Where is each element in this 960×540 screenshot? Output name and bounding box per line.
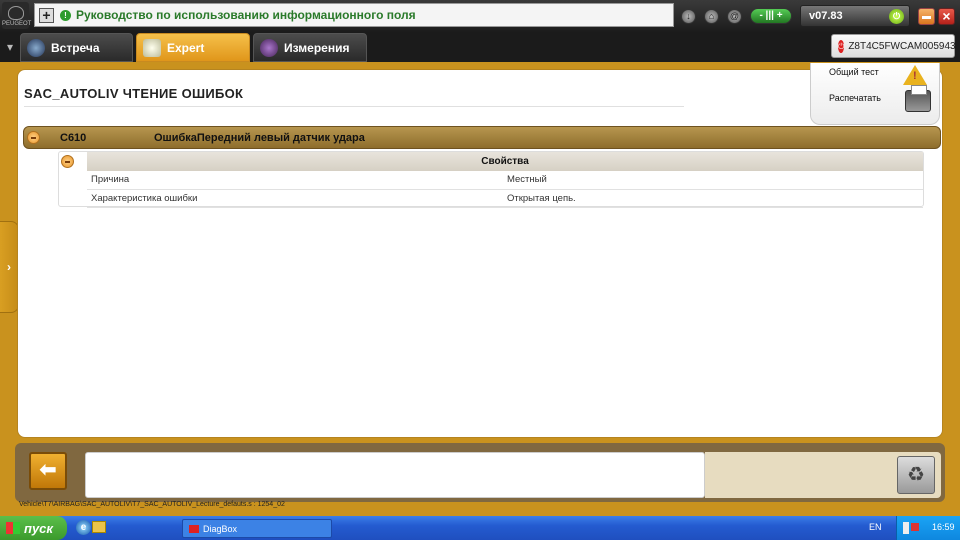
collapse-icon[interactable] <box>61 155 74 168</box>
internet-explorer-icon[interactable]: e <box>76 520 91 535</box>
content-panel: SAC_AUTOLIV ЧТЕНИЕ ОШИБОК Общий тест Рас… <box>17 63 943 438</box>
property-name: Причина <box>87 171 503 190</box>
network-icon[interactable] <box>911 523 919 531</box>
tab-label: Expert <box>167 40 205 55</box>
properties-block: Свойства Причина Местный Характеристика … <box>58 151 924 208</box>
peugeot-logo: PEUGEOT <box>2 2 32 29</box>
back-button[interactable]: ⬅ <box>29 452 67 490</box>
taskbar-item-label: DiagBox <box>203 523 238 534</box>
start-label: пуск <box>24 520 53 536</box>
tab-meeting[interactable]: Встреча <box>20 33 133 62</box>
fault-code: C610 <box>60 131 87 144</box>
clock: 16:59 <box>932 522 955 532</box>
property-value: Местный <box>503 171 923 190</box>
status-path: Vehicle\T7\AIRBAG\SAC_AUTOLIV\T7_SAC_AUT… <box>19 501 285 508</box>
tabs-bar: ▾ Встреча Expert Измерения ⏻ Z8T4C5FWCAM… <box>0 32 960 62</box>
bottom-bar: ⬅ ♻ <box>15 443 945 502</box>
info-message: Руководство по использованию информацион… <box>76 8 416 22</box>
waveform-icon <box>260 38 278 57</box>
info-status-icon: ! <box>60 9 71 21</box>
logo-text: PEUGEOT <box>2 21 32 27</box>
device-icon[interactable] <box>903 522 909 534</box>
version-label: v07.83 <box>809 10 843 22</box>
top-bar: PEUGEOT + ! Руководство по использованию… <box>0 0 960 32</box>
trash-area: ♻ <box>705 452 941 498</box>
general-test-button[interactable]: Общий тест <box>829 65 927 85</box>
home-icon[interactable]: ⌂ <box>704 9 719 24</box>
tab-label: Встреча <box>51 40 100 55</box>
battery-status-icon: - ||| + <box>750 8 792 24</box>
chevron-down-icon[interactable]: ▾ <box>2 38 18 56</box>
property-name: Характеристика ошибки <box>87 189 503 208</box>
properties-table: Свойства Причина Местный Характеристика … <box>87 152 923 208</box>
warning-icon <box>903 65 927 85</box>
title-divider <box>24 106 684 107</box>
main-area: › SAC_AUTOLIV ЧТЕНИЕ ОШИБОК Общий тест Р… <box>0 62 960 516</box>
fault-row[interactable]: C610 ОшибкаПередний левый датчик удара <box>23 126 941 149</box>
message-box <box>85 452 705 498</box>
print-label: Распечатать <box>829 93 881 103</box>
fault-description: ОшибкаПередний левый датчик удара <box>154 131 365 144</box>
tab-expert[interactable]: Expert <box>136 33 250 62</box>
settings-icon[interactable]: @ <box>727 9 742 24</box>
meeting-icon <box>27 38 45 57</box>
vin-box[interactable]: ⏻ Z8T4C5FWCAM005943 <box>831 34 956 58</box>
vin-power-icon: ⏻ <box>838 39 845 53</box>
general-test-label: Общий тест <box>829 67 879 77</box>
windows-flag-icon <box>6 522 20 534</box>
printer-icon <box>905 85 931 112</box>
expand-icon[interactable]: + <box>39 7 54 23</box>
windows-taskbar: пуск e DiagBox EN 16:59 <box>0 516 960 540</box>
taskbar-item-diagbox[interactable]: DiagBox <box>182 519 332 538</box>
print-button[interactable]: Распечатать <box>829 85 931 112</box>
folder-icon[interactable] <box>92 521 106 533</box>
properties-header: Свойства <box>481 156 529 167</box>
diagbox-icon <box>189 524 199 533</box>
close-button[interactable]: × <box>938 8 955 25</box>
system-tray: 16:59 <box>896 516 960 540</box>
vin-label: Z8T4C5FWCAM005943 <box>848 40 956 52</box>
properties-header-row: Свойства <box>87 152 923 171</box>
table-row: Характеристика ошибки Открытая цепь. <box>87 189 923 208</box>
info-message-bar[interactable]: + ! Руководство по использованию информа… <box>34 3 674 27</box>
lion-icon <box>7 6 24 20</box>
start-button[interactable]: пуск <box>0 516 67 540</box>
actions-panel: Общий тест Распечатать <box>810 63 940 125</box>
table-row: Причина Местный <box>87 171 923 190</box>
page-title: SAC_AUTOLIV ЧТЕНИЕ ОШИБОК <box>24 86 244 101</box>
recycle-bin-icon[interactable]: ♻ <box>897 456 935 494</box>
tab-label: Измерения <box>284 40 350 55</box>
version-box: v07.83 ⏻ <box>800 5 910 27</box>
property-value: Открытая цепь. <box>503 189 923 208</box>
minimize-button[interactable] <box>918 8 935 25</box>
power-icon[interactable]: ⏻ <box>889 9 904 24</box>
download-icon[interactable]: ↓ <box>681 9 696 24</box>
language-indicator[interactable]: EN <box>869 522 882 532</box>
tab-measurements[interactable]: Измерения <box>253 33 367 62</box>
magnifier-icon <box>143 38 161 57</box>
collapse-icon[interactable] <box>27 131 40 144</box>
